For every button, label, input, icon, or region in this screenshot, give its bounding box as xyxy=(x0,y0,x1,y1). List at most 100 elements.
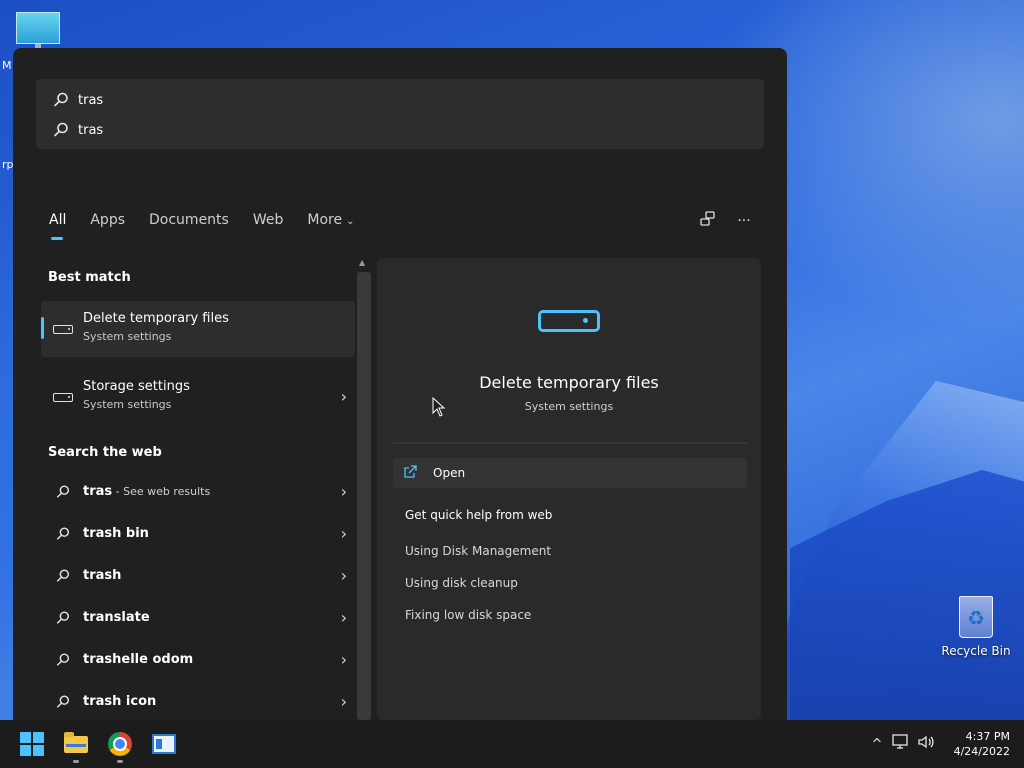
results-scrollbar[interactable]: ▲ xyxy=(355,258,373,720)
search-icon xyxy=(56,653,70,666)
system-tray: ^ xyxy=(866,720,938,768)
web-result-label: trashelle odom xyxy=(83,652,194,667)
chrome-button[interactable] xyxy=(106,730,134,758)
chevron-down-icon: ⌄ xyxy=(346,216,355,227)
help-link-disk-management[interactable]: Using Disk Management xyxy=(405,544,551,558)
search-results-list: Best match Delete temporary files System… xyxy=(39,258,357,720)
tab-all[interactable]: All xyxy=(49,212,66,242)
more-options-button[interactable]: ··· xyxy=(733,210,755,232)
search-icon xyxy=(54,92,68,107)
this-pc-desktop-icon[interactable] xyxy=(16,12,60,50)
desktop-icon-label-partial-2: rp xyxy=(2,158,14,171)
web-result-trashelle-odom[interactable]: trashelle odom › xyxy=(41,640,355,680)
taskbar: ^ 4:37 PM 4/24/2022 xyxy=(0,720,1024,768)
result-title: Delete temporary files xyxy=(83,311,229,326)
network-button[interactable] xyxy=(888,734,914,754)
file-explorer-button[interactable] xyxy=(62,730,90,758)
search-icon xyxy=(56,611,70,624)
tab-tools: ··· xyxy=(683,210,755,232)
web-result-label: translate xyxy=(83,610,150,625)
clock-date: 4/24/2022 xyxy=(953,745,1010,758)
result-storage-settings[interactable]: Storage settings System settings › xyxy=(41,369,355,425)
volume-button[interactable] xyxy=(914,734,938,754)
tab-documents[interactable]: Documents xyxy=(149,212,229,242)
search-box[interactable]: tras tras xyxy=(36,79,764,149)
result-delete-temporary-files[interactable]: Delete temporary files System settings xyxy=(41,301,355,357)
tab-web-label: Web xyxy=(252,212,284,228)
open-external-icon xyxy=(404,465,417,478)
web-result-tras[interactable]: tras - See web results › xyxy=(41,472,355,512)
chevron-right-icon: › xyxy=(340,650,347,669)
search-icon xyxy=(54,122,68,137)
drive-icon-large xyxy=(538,310,600,332)
help-link-disk-cleanup[interactable]: Using disk cleanup xyxy=(405,576,518,590)
share-icon xyxy=(700,211,715,226)
scrollbar-thumb[interactable] xyxy=(357,272,371,720)
recycle-bin-label: Recycle Bin xyxy=(941,644,1011,658)
clock-time: 4:37 PM xyxy=(965,730,1010,743)
speaker-icon xyxy=(918,735,934,749)
show-hidden-icons-button[interactable]: ^ xyxy=(866,737,888,752)
web-result-suffix: - See web results xyxy=(112,485,211,498)
search-filter-tabs: All Apps Documents Web More ⌄ xyxy=(49,212,378,242)
result-subtitle: System settings xyxy=(83,398,172,411)
search-suggestion[interactable]: tras xyxy=(52,121,103,139)
web-result-trash-bin[interactable]: trash bin › xyxy=(41,514,355,554)
search-query-text: tras xyxy=(78,92,104,108)
search-input[interactable]: tras xyxy=(52,91,103,109)
best-match-heading: Best match xyxy=(48,270,131,285)
start-button[interactable] xyxy=(18,730,46,758)
tab-more-label: More xyxy=(307,212,343,228)
web-result-label: tras xyxy=(83,484,113,499)
search-icon xyxy=(56,695,70,708)
chevron-right-icon: › xyxy=(340,387,347,406)
web-result-trash[interactable]: trash › xyxy=(41,556,355,596)
web-result-translate[interactable]: translate › xyxy=(41,598,355,638)
folder-icon xyxy=(64,732,88,753)
ellipsis-icon: ··· xyxy=(737,213,751,229)
recycle-bin-desktop-icon[interactable]: ♻ Recycle Bin xyxy=(936,596,1016,658)
help-link-low-disk-space[interactable]: Fixing low disk space xyxy=(405,608,531,622)
tab-all-label: All xyxy=(49,212,67,228)
app-window-icon xyxy=(152,734,176,754)
tab-web[interactable]: Web xyxy=(253,212,284,242)
drive-icon xyxy=(53,393,73,402)
recycle-bin-icon: ♻ xyxy=(959,596,993,638)
web-result-trash-icon[interactable]: trash icon › xyxy=(41,682,355,720)
running-indicator xyxy=(117,760,123,763)
search-panel: tras tras All Apps Documents Web More ⌄ ·… xyxy=(13,48,787,720)
tab-documents-label: Documents xyxy=(149,212,229,228)
chrome-icon xyxy=(108,732,132,756)
preview-divider xyxy=(393,442,747,444)
web-result-label: trash bin xyxy=(83,526,149,541)
result-preview-pane: Delete temporary files System settings O… xyxy=(377,258,761,720)
result-title: Storage settings xyxy=(83,379,190,394)
open-button[interactable]: Open xyxy=(393,458,747,488)
mouse-pointer-icon xyxy=(432,397,446,417)
scroll-up-arrow-icon[interactable]: ▲ xyxy=(359,258,365,267)
web-result-label: trash xyxy=(83,568,122,583)
desktop-icon-label-partial: M xyxy=(2,59,12,72)
web-result-label: trash icon xyxy=(83,694,157,709)
search-web-heading: Search the web xyxy=(48,445,162,460)
running-indicator xyxy=(73,760,79,763)
tab-apps[interactable]: Apps xyxy=(90,212,125,242)
open-label: Open xyxy=(433,466,466,480)
chevron-right-icon: › xyxy=(340,692,347,711)
quick-help-heading: Get quick help from web xyxy=(405,508,553,522)
tab-apps-label: Apps xyxy=(90,212,126,228)
preview-title: Delete temporary files xyxy=(479,373,659,392)
tab-more[interactable]: More ⌄ xyxy=(307,212,354,242)
taskbar-clock[interactable]: 4:37 PM 4/24/2022 xyxy=(954,729,1010,759)
share-button[interactable] xyxy=(697,210,719,232)
chevron-right-icon: › xyxy=(340,566,347,585)
chevron-right-icon: › xyxy=(340,524,347,543)
result-subtitle: System settings xyxy=(83,330,172,343)
search-icon xyxy=(56,527,70,540)
search-icon xyxy=(56,485,70,498)
drive-icon xyxy=(53,325,73,334)
windows-logo-icon xyxy=(18,730,46,758)
chevron-right-icon: › xyxy=(340,608,347,627)
app-window-button[interactable] xyxy=(150,730,178,758)
search-icon xyxy=(56,569,70,582)
